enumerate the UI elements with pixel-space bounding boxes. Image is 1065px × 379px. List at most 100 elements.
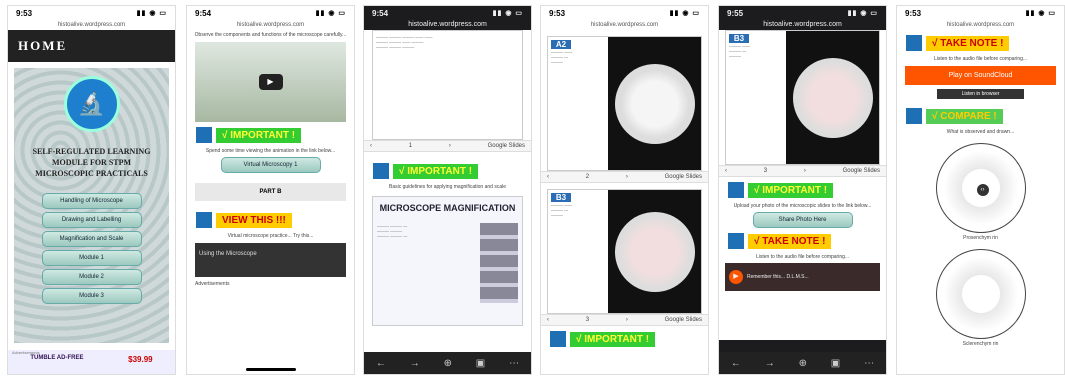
important-tag: √ IMPORTANT ! bbox=[570, 331, 656, 347]
slide-b3: B3 ——— —— ——— — ——— bbox=[725, 30, 880, 165]
slider-handle-icon[interactable]: ‹› bbox=[976, 184, 989, 196]
phone-screen-3: 9:54 ▮▮ ◉ ▭ histoalive.wordpress.com ——— … bbox=[363, 5, 532, 375]
micrograph-a2 bbox=[614, 63, 695, 144]
site-logo-icon bbox=[195, 126, 213, 144]
site-logo-icon bbox=[727, 181, 745, 199]
important-tag: √ IMPORTANT ! bbox=[393, 163, 479, 179]
micrograph-b3 bbox=[792, 57, 873, 138]
status-time: 9:53 bbox=[16, 8, 33, 18]
slides-toolbar[interactable]: ‹ 2 › Google Slides bbox=[541, 171, 708, 183]
slides-toolbar[interactable]: ‹ 3 › Google Slides bbox=[719, 165, 886, 177]
site-logo-icon bbox=[905, 107, 923, 125]
upload-text: Upload your photo of the microscopic sli… bbox=[733, 203, 872, 209]
hero-panel: 🔬 SELF-REGULATED LEARNING MODULE FOR STP… bbox=[14, 68, 169, 343]
virtual-microscopy-button[interactable]: Virtual Microscopy 1 bbox=[220, 157, 321, 173]
nav-button-handling[interactable]: Handling of Microscope bbox=[41, 193, 142, 209]
slide-page: 3 bbox=[585, 317, 590, 323]
diagram-2 bbox=[935, 249, 1026, 339]
slide-a2: A2 ——— —— ——— — ——— bbox=[547, 36, 702, 171]
microscope-video[interactable]: ▶ bbox=[195, 42, 346, 122]
ad-label: Advertisements bbox=[195, 281, 230, 287]
description-text: Spend some time viewing the animation in… bbox=[205, 148, 336, 154]
site-logo-icon bbox=[372, 162, 390, 180]
site-logo-icon bbox=[549, 330, 567, 348]
micrograph-b3 bbox=[614, 211, 695, 292]
nav-button-module-3[interactable]: Module 3 bbox=[41, 288, 142, 304]
more-icon[interactable]: ⋯ bbox=[864, 358, 874, 369]
slide-page: 2 bbox=[585, 174, 590, 180]
nav-button-module-2[interactable]: Module 2 bbox=[41, 269, 142, 285]
back-icon[interactable]: ← bbox=[731, 358, 741, 369]
address-bar[interactable]: histoalive.wordpress.com bbox=[541, 20, 708, 30]
next-slide-icon[interactable]: › bbox=[626, 317, 628, 323]
play-icon[interactable]: ▶ bbox=[258, 74, 283, 90]
home-indicator bbox=[245, 368, 296, 371]
next-slide-icon[interactable]: › bbox=[449, 143, 451, 149]
google-slides-link[interactable]: Google Slides bbox=[665, 317, 702, 323]
listen-text: Listen to the audio file before comparin… bbox=[755, 254, 850, 260]
phone-screen-1: 9:53 ▮▮ ◉ ▭ histoalive.wordpress.com HOME… bbox=[7, 5, 176, 375]
description-text: Basic guidelines for applying magnificat… bbox=[388, 184, 506, 190]
address-bar[interactable]: histoalive.wordpress.com bbox=[897, 20, 1064, 30]
tabs-icon[interactable]: ▣ bbox=[831, 358, 840, 369]
google-slides-link[interactable]: Google Slides bbox=[843, 168, 880, 174]
slide-label-a2: A2 bbox=[551, 40, 571, 49]
browser-toolbar: ← → ⊕ ▣ ⋯ bbox=[364, 352, 531, 374]
prev-slide-icon[interactable]: ‹ bbox=[547, 174, 549, 180]
intro-text: Observe the components and functions of … bbox=[194, 32, 347, 38]
magnification-title: MICROSCOPE MAGNIFICATION bbox=[379, 203, 516, 213]
slide-page: 1 bbox=[408, 143, 413, 149]
status-icons: ▮▮ ◉ ▭ bbox=[1025, 10, 1056, 17]
next-slide-icon[interactable]: › bbox=[626, 174, 628, 180]
browser-toolbar: ← → ⊕ ▣ ⋯ bbox=[719, 352, 886, 374]
forward-icon[interactable]: → bbox=[765, 358, 775, 369]
forward-icon[interactable]: → bbox=[410, 358, 420, 369]
compare-text: What is observed and drawn... bbox=[946, 129, 1015, 135]
tabs-icon[interactable]: ▣ bbox=[476, 358, 485, 369]
address-bar[interactable]: histoalive.wordpress.com bbox=[364, 20, 531, 30]
site-logo-icon bbox=[727, 232, 745, 250]
address-bar[interactable]: histoalive.wordpress.com bbox=[187, 20, 354, 30]
ad-banner[interactable]: Advertisements TUMBLE AD-FREE $39.99 bbox=[8, 350, 175, 374]
prev-slide-icon[interactable]: ‹ bbox=[547, 317, 549, 323]
diagram-2-caption: Sclerenchym rin bbox=[962, 341, 999, 347]
nav-button-module-1[interactable]: Module 1 bbox=[41, 250, 142, 266]
status-icons: ▮▮ ◉ ▭ bbox=[669, 10, 700, 17]
slides-toolbar[interactable]: ‹ 1 › Google Slides bbox=[364, 140, 531, 152]
status-time: 9:53 bbox=[549, 8, 566, 18]
soundcloud-player[interactable]: ▶ Remember this... D.L.M.S... bbox=[725, 263, 880, 291]
home-header[interactable]: HOME bbox=[8, 30, 175, 62]
status-icons: ▮▮ ◉ ▭ bbox=[315, 10, 346, 17]
youtube-embed[interactable]: Using the Microscope bbox=[195, 243, 346, 277]
play-soundcloud-button[interactable]: Play on SoundCloud bbox=[905, 66, 1056, 85]
more-icon[interactable]: ⋯ bbox=[509, 358, 519, 369]
address-bar[interactable]: histoalive.wordpress.com bbox=[8, 20, 175, 30]
phone-screen-2: 9:54 ▮▮ ◉ ▭ histoalive.wordpress.com Obse… bbox=[186, 5, 355, 375]
part-b-heading: PART B bbox=[195, 183, 346, 201]
ad-price: $39.99 bbox=[128, 355, 153, 364]
play-icon[interactable]: ▶ bbox=[729, 270, 743, 284]
address-bar[interactable]: histoalive.wordpress.com bbox=[719, 20, 886, 30]
nav-button-magnification[interactable]: Magnification and Scale bbox=[41, 231, 142, 247]
nav-button-drawing[interactable]: Drawing and Labelling bbox=[41, 212, 142, 228]
google-slides-link[interactable]: Google Slides bbox=[488, 143, 525, 149]
prev-slide-icon[interactable]: ‹ bbox=[370, 143, 372, 149]
specimen-thumbnails bbox=[480, 223, 518, 303]
listen-text: Listen to the audio file before comparin… bbox=[933, 56, 1028, 62]
description-text-2: Virtual microscope practice... Try this.… bbox=[227, 233, 314, 239]
slide-label-b3: B3 bbox=[551, 193, 571, 202]
prev-slide-icon[interactable]: ‹ bbox=[725, 168, 727, 174]
take-note-tag: √ TAKE NOTE ! bbox=[748, 233, 832, 249]
ad-text: TUMBLE AD-FREE bbox=[30, 355, 84, 361]
site-logo-icon bbox=[195, 211, 213, 229]
listen-browser-button[interactable]: Listen in browser bbox=[937, 89, 1024, 99]
back-icon[interactable]: ← bbox=[376, 358, 386, 369]
next-slide-icon[interactable]: › bbox=[804, 168, 806, 174]
compare-tag: √ COMPARE ! bbox=[926, 108, 1003, 124]
slides-toolbar-2[interactable]: ‹ 3 › Google Slides bbox=[541, 314, 708, 326]
new-tab-icon[interactable]: ⊕ bbox=[444, 358, 452, 369]
new-tab-icon[interactable]: ⊕ bbox=[799, 358, 807, 369]
slide-label-b3: B3 bbox=[729, 34, 749, 43]
share-photo-button[interactable]: Share Photo Here bbox=[752, 212, 853, 228]
google-slides-link[interactable]: Google Slides bbox=[665, 174, 702, 180]
